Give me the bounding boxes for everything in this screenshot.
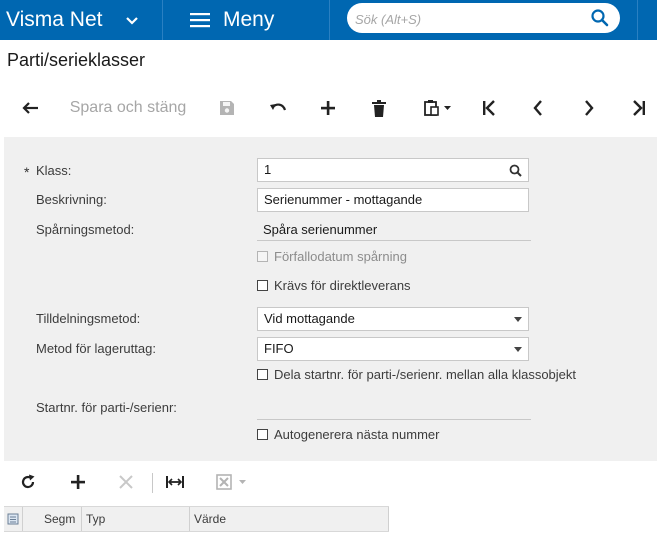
share-numbering-checkbox[interactable] <box>257 369 268 380</box>
grid-toolbar <box>0 461 657 503</box>
grid-column-header[interactable]: Typ <box>82 507 190 531</box>
export-excel-icon <box>216 474 246 490</box>
fit-columns-icon <box>166 476 184 488</box>
search-box[interactable] <box>347 3 620 33</box>
start-number-field[interactable] <box>257 398 531 420</box>
add-row-button[interactable] <box>68 461 88 503</box>
topbar-divider <box>329 0 330 40</box>
next-record-button[interactable] <box>578 85 600 131</box>
grid-column-header[interactable]: Segm <box>40 507 82 531</box>
add-row-icon <box>71 475 85 489</box>
last-record-icon <box>633 100 645 116</box>
save-and-close-button[interactable]: Spara och stäng <box>68 85 188 131</box>
grid-column-header[interactable]: Värde <box>190 507 389 531</box>
add-button[interactable] <box>316 85 340 131</box>
delete-row-icon <box>119 475 133 489</box>
back-button[interactable] <box>18 85 42 131</box>
grid-column-divider <box>22 507 23 531</box>
dropdown-arrow-icon <box>514 347 522 352</box>
drop-ship-label: Krävs för direktleverans <box>274 278 411 293</box>
description-value: Serienummer - mottagande <box>264 192 423 207</box>
previous-record-button[interactable] <box>527 85 549 131</box>
first-record-button[interactable] <box>478 85 500 131</box>
first-record-icon <box>483 100 495 116</box>
expiry-tracking-label: Förfallodatum spårning <box>274 249 407 264</box>
save-icon <box>220 101 234 115</box>
required-marker: * <box>24 164 30 180</box>
topbar-divider <box>162 0 163 40</box>
tracking-method-value: Spåra serienummer <box>263 222 378 237</box>
fit-columns-button[interactable] <box>163 461 187 503</box>
refresh-icon <box>21 474 35 489</box>
assignment-method-value: Vid mottagande <box>264 311 355 326</box>
row-selector-icon[interactable] <box>7 513 19 525</box>
form-toolbar: Spara och stäng <box>0 85 657 131</box>
delete-button[interactable] <box>367 85 391 131</box>
delete-row-button[interactable] <box>116 461 136 503</box>
description-field[interactable]: Serienummer - mottagande <box>257 188 529 212</box>
description-label: Beskrivning: <box>36 192 107 207</box>
page-title: Parti/serieklasser <box>7 50 146 70</box>
assignment-method-label: Tilldelningsmetod: <box>36 311 141 326</box>
issue-method-select[interactable]: FIFO <box>257 337 529 361</box>
undo-icon <box>270 103 287 111</box>
next-record-icon <box>585 100 594 116</box>
search-input[interactable] <box>353 9 577 29</box>
chevron-down-icon[interactable] <box>122 10 142 30</box>
share-numbering-label: Dela startnr. för parti-/serienr. mellan… <box>274 367 577 382</box>
brand-name[interactable]: Visma Net <box>6 0 102 40</box>
export-excel-button[interactable] <box>212 461 252 503</box>
copy-paste-icon <box>424 100 451 116</box>
autogenerate-label: Autogenerera nästa nummer <box>274 427 440 442</box>
issue-method-label: Metod för lageruttag: <box>36 341 156 356</box>
last-record-button[interactable] <box>628 85 650 131</box>
previous-record-icon <box>533 100 542 116</box>
grid-toolbar-divider <box>152 473 153 493</box>
issue-method-value: FIFO <box>264 341 294 356</box>
menu-label: Meny <box>223 8 275 31</box>
search-icon[interactable] <box>590 8 610 28</box>
tracking-method-label: Spårningsmetod: <box>36 222 135 237</box>
top-bar: Visma Net Meny <box>0 0 657 40</box>
grid-header: Segm Typ Värde <box>4 506 389 532</box>
hamburger-icon <box>190 13 210 28</box>
add-icon <box>321 101 335 115</box>
lookup-search-icon[interactable] <box>509 164 522 177</box>
autogenerate-checkbox[interactable] <box>257 429 268 440</box>
dropdown-arrow-icon <box>514 317 522 322</box>
save-button[interactable] <box>216 85 238 131</box>
copy-paste-button[interactable] <box>420 85 456 131</box>
delete-icon <box>372 99 386 117</box>
drop-ship-checkbox[interactable] <box>257 280 268 291</box>
assignment-method-select[interactable]: Vid mottagande <box>257 307 529 331</box>
menu-button[interactable]: Meny <box>190 0 290 40</box>
refresh-button[interactable] <box>18 461 38 503</box>
start-number-label: Startnr. för parti-/serienr: <box>36 400 177 415</box>
class-value: 1 <box>264 162 272 177</box>
class-label: Klass: <box>36 163 72 178</box>
class-field[interactable]: 1 <box>257 158 529 182</box>
topbar-divider <box>637 0 638 40</box>
undo-button[interactable] <box>266 85 290 131</box>
tracking-method-field: Spåra serienummer <box>257 219 531 241</box>
expiry-tracking-checkbox[interactable] <box>257 251 268 262</box>
back-arrow-icon <box>22 102 38 114</box>
